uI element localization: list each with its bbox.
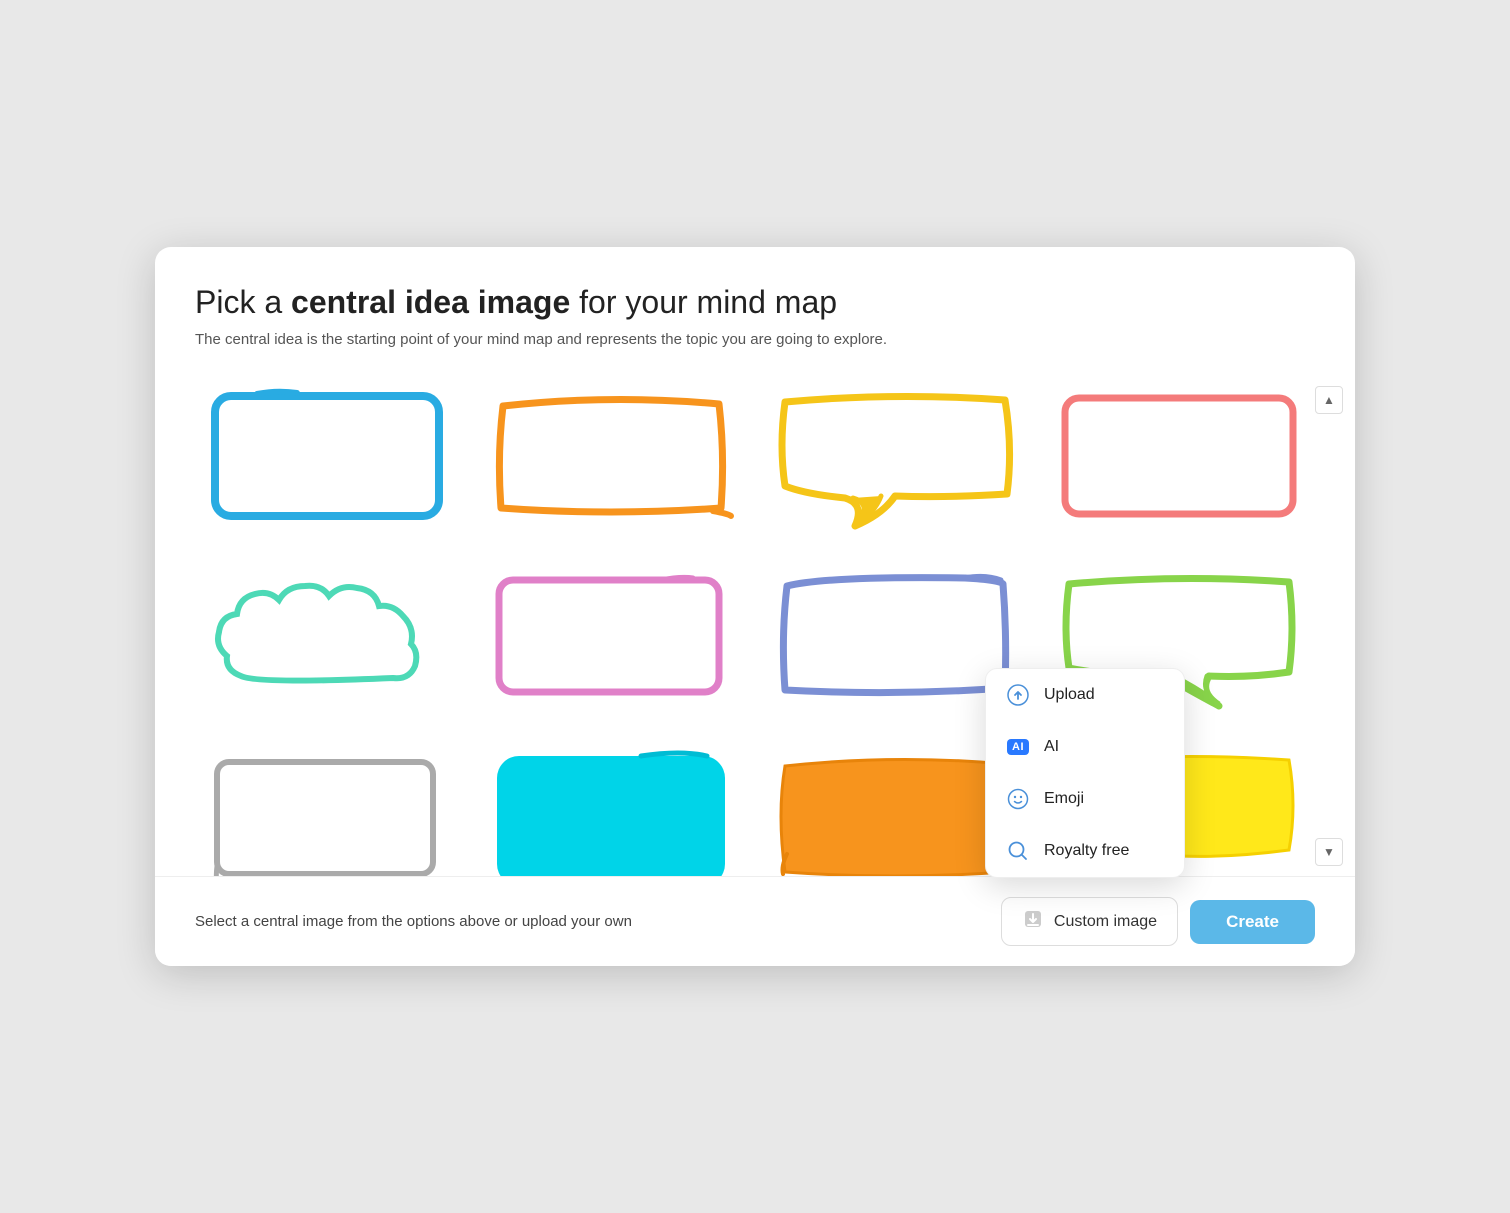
- scroll-up-button[interactable]: ▲: [1315, 386, 1343, 414]
- emoji-icon: [1006, 787, 1030, 811]
- image-option-6[interactable]: [479, 556, 743, 716]
- page-title: Pick a central idea image for your mind …: [195, 283, 1315, 321]
- title-row: Pick a central idea image for your mind …: [195, 283, 1315, 321]
- footer-actions: Upload AI AI: [1001, 897, 1315, 946]
- ai-label: AI: [1044, 738, 1059, 756]
- image-option-10[interactable]: [479, 736, 743, 876]
- create-button[interactable]: Create: [1190, 900, 1315, 944]
- dropdown-item-upload[interactable]: Upload: [986, 669, 1184, 721]
- scroll-down-button[interactable]: ▼: [1315, 838, 1343, 866]
- dropdown-item-ai[interactable]: AI AI: [986, 721, 1184, 773]
- download-icon: [1022, 908, 1044, 935]
- dropdown-menu: Upload AI AI: [985, 668, 1185, 878]
- image-option-5[interactable]: [195, 556, 459, 716]
- footer-hint: Select a central image from the options …: [195, 913, 632, 930]
- custom-image-button[interactable]: Custom image: [1001, 897, 1178, 946]
- royalty-free-label: Royalty free: [1044, 842, 1129, 860]
- page-subtitle: The central idea is the starting point o…: [195, 331, 1315, 348]
- image-option-2[interactable]: [479, 376, 743, 536]
- image-option-4[interactable]: [1047, 376, 1311, 536]
- emoji-label: Emoji: [1044, 790, 1084, 808]
- upload-icon: [1006, 683, 1030, 707]
- dropdown-item-royalty-free[interactable]: Royalty free: [986, 825, 1184, 877]
- ai-icon: AI: [1006, 735, 1030, 759]
- image-option-3[interactable]: [763, 376, 1027, 536]
- search-icon: [1006, 839, 1030, 863]
- image-option-1[interactable]: [195, 376, 459, 536]
- upload-label: Upload: [1044, 686, 1095, 704]
- dropdown-item-emoji[interactable]: Emoji: [986, 773, 1184, 825]
- custom-image-label: Custom image: [1054, 913, 1157, 931]
- pick-image-modal: Pick a central idea image for your mind …: [155, 247, 1355, 966]
- modal-footer: Select a central image from the options …: [155, 876, 1355, 966]
- image-option-9[interactable]: [195, 736, 459, 876]
